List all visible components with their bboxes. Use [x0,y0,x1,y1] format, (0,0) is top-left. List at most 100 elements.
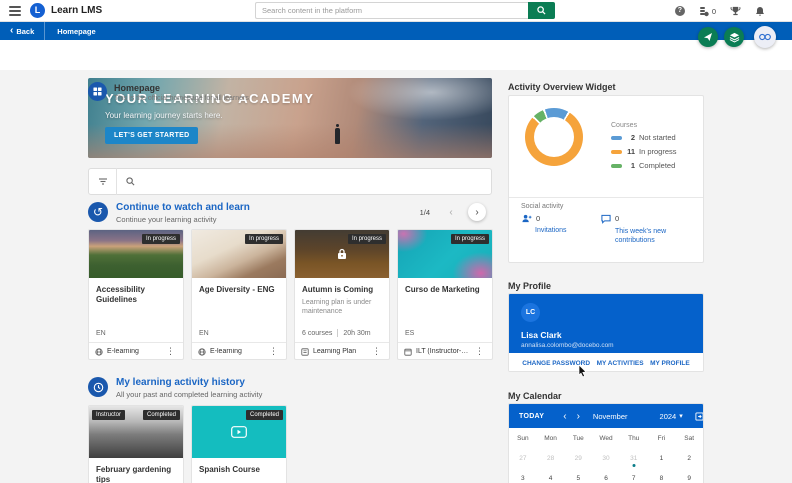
calendar-day[interactable]: 6 [592,468,620,483]
coins-icon [699,6,709,16]
calendar-day[interactable]: 28 [537,448,565,468]
coins-button[interactable]: 0 [699,6,716,17]
calendar-week-row: 3 4 5 6 7 8 9 [509,468,703,483]
calendar-export-button[interactable] [695,411,703,421]
card-menu-button[interactable]: ⋮ [164,346,177,357]
day-name: Sat [684,435,695,442]
calendar-day[interactable]: 8 [648,468,676,483]
activity-widget-title: Activity Overview Widget [508,82,616,92]
calendar-day[interactable]: 27 [509,448,537,468]
calendar-day[interactable]: 29 [564,448,592,468]
status-badge: In progress [141,234,180,244]
bell-icon [756,6,764,16]
contributions-link[interactable]: This week's new contributions [615,227,695,246]
day-name: Fri [657,435,666,442]
calendar-day[interactable]: 2 [675,448,703,468]
calendar-day[interactable]: 30 [592,448,620,468]
calendar-year-label: 2024 [659,411,677,421]
share-fab-button[interactable] [698,27,718,47]
elearning-icon [95,347,103,356]
card-menu-button[interactable]: ⋮ [370,346,383,357]
link-fab-button[interactable] [754,26,776,48]
calendar-day[interactable]: 1 [648,448,676,468]
notifications-button[interactable] [754,5,766,17]
hamburger-menu-icon[interactable] [9,6,21,16]
calendar-day-with-event[interactable]: 31 [620,448,648,468]
change-password-link[interactable]: CHANGE PASSWORD [522,360,590,367]
course-card[interactable]: In progress Accessibility Guidelines EN … [88,229,184,360]
course-thumbnail: Instructor Completed [89,406,183,458]
course-language: EN [199,330,209,337]
legend-item: 2 Not started [611,133,677,142]
calendar-today-button[interactable]: TODAY [519,413,544,420]
legend-count: 1 [630,161,635,170]
course-card[interactable]: In progress Curso de Marketing ES ILT (I… [397,229,493,360]
card-menu-button[interactable]: ⋮ [267,346,280,357]
search-input[interactable] [255,2,528,19]
homepage-icon [88,82,107,101]
filter-search-button[interactable] [117,169,144,194]
course-title: Spanish Course [199,465,260,474]
help-button[interactable]: ? [674,5,686,17]
hero-subtitle: Your learning journey starts here. [105,111,223,120]
course-thumbnail: In progress [295,230,389,278]
calendar-prev-button[interactable]: ‹ [558,411,571,422]
filter-button[interactable] [89,169,116,194]
history-section-title: My learning activity history [116,377,245,388]
export-icon [695,411,703,421]
calendar-day[interactable]: 5 [564,468,592,483]
my-activities-link[interactable]: MY ACTIVITIES [597,360,644,367]
continue-section-title: Continue to watch and learn [116,202,250,213]
calendar-day[interactable]: 3 [509,468,537,483]
ilt-icon [404,348,412,356]
course-type: E-learning [107,348,139,355]
donut-hole [534,117,574,157]
calendar-daynames-row: Sun Mon Tue Wed Thu Fri Sat [509,428,703,448]
layers-icon [729,32,739,42]
back-chevron-icon: ‹ [10,25,14,36]
course-card[interactable]: In progress Autumn is Coming Learning pl… [294,229,390,360]
course-card[interactable]: Completed Spanish Course [191,405,287,483]
elearning-icon [198,347,206,356]
courses-fab-button[interactable] [724,27,744,47]
status-badge: Completed [142,410,180,420]
pagination-count: 1/4 [419,208,430,217]
legend-count: 2 [630,133,635,142]
carousel-next-button[interactable]: › [468,203,486,221]
brand-name[interactable]: Learn LMS [51,5,102,16]
social-activity-title: Social activity [521,203,564,210]
calendar-year-dropdown[interactable]: 2024 ▾ [660,412,683,421]
history-section-header: My learning activity history All your pa… [88,377,492,401]
link-icon [759,33,771,41]
brand-logo[interactable]: L [30,3,45,18]
legend-item: 1 Completed [611,161,677,170]
carousel-prev-button[interactable]: ‹ [442,203,460,221]
course-language: EN [96,330,106,337]
calendar-day[interactable]: 4 [537,468,565,483]
calendar-next-button[interactable]: › [572,411,585,422]
course-type: ILT (Instructor-Led… [416,348,469,355]
back-button[interactable]: ‹ Back [0,22,44,40]
my-profile-link[interactable]: MY PROFILE [650,360,690,367]
course-card[interactable]: In progress Age Diversity - ENG EN E-lea… [191,229,287,360]
calendar-day-number: 31 [630,455,638,462]
trophy-icon [730,6,740,15]
card-menu-button[interactable]: ⋮ [473,346,486,357]
day-name: Thu [628,435,640,442]
top-bar: L Learn LMS ? 0 [0,0,792,22]
search-button[interactable] [528,2,555,19]
get-started-button[interactable]: LET'S GET STARTED [105,127,199,144]
profile-card-header: LC Lisa Clark annalisa.colombo@docebo.co… [509,294,703,353]
course-card[interactable]: Instructor Completed February gardening … [88,405,184,483]
day-name: Mon [544,435,557,442]
filter-search-input[interactable] [144,169,491,194]
calendar-day[interactable]: 9 [675,468,703,483]
breadcrumb[interactable]: Homepage [45,27,107,36]
rewards-button[interactable] [729,5,741,17]
invitations-link[interactable]: Invitations [535,226,567,235]
calendar-day[interactable]: 7 [620,468,648,483]
panel-divider [509,197,703,198]
status-badge: In progress [347,234,386,244]
course-thumbnail: In progress [192,230,286,278]
history-section-subtitle: All your past and completed learning act… [116,390,263,399]
